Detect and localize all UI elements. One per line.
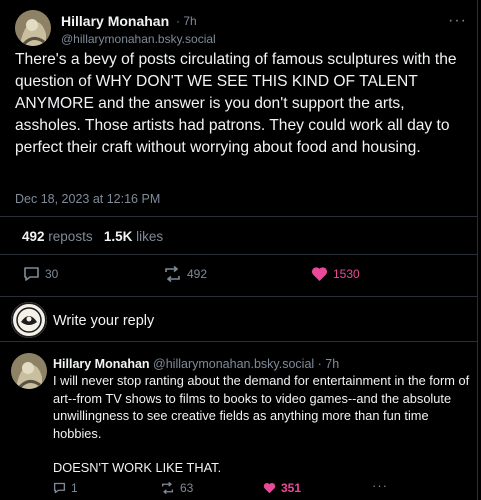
repost-icon: [161, 482, 174, 494]
post-thread: Hillary Monahan · 7h @hillarymonahan.bsk…: [0, 0, 478, 500]
reply-handle-time[interactable]: @hillarymonahan.bsky.social · 7h: [153, 357, 339, 371]
post-time-ago: · 7h: [176, 14, 197, 28]
heart-filled-icon: [311, 267, 328, 281]
seal-logo-icon: [11, 302, 47, 338]
heart-filled-icon: [263, 482, 276, 494]
post-timestamp: Dec 18, 2023 at 12:16 PM: [15, 192, 161, 206]
like-button[interactable]: 1530: [311, 266, 360, 282]
reply-text: I will never stop ranting about the dema…: [53, 372, 473, 477]
reply-repost-button[interactable]: 63: [160, 481, 193, 495]
reply-author-avatar[interactable]: [11, 353, 47, 389]
reply-like-button[interactable]: 351: [263, 481, 301, 495]
reply-reply-count: 1: [71, 481, 78, 495]
reply-author-name[interactable]: Hillary Monahan: [53, 357, 150, 371]
reply-icon: [53, 482, 66, 494]
repost-icon: [165, 266, 180, 282]
portrait-image: [11, 353, 47, 389]
divider: [0, 296, 477, 297]
portrait-image: [15, 10, 51, 46]
author-name[interactable]: Hillary Monahan: [61, 13, 169, 29]
repost-button[interactable]: 492: [163, 266, 207, 282]
divider: [0, 341, 477, 342]
more-options-icon[interactable]: ···: [448, 12, 467, 30]
reply-header: Hillary Monahan @hillarymonahan.bsky.soc…: [53, 357, 339, 371]
reply-count: 30: [45, 267, 59, 281]
divider: [0, 254, 477, 255]
likes-count[interactable]: 1.5K: [104, 229, 133, 244]
reposts-count[interactable]: 492: [22, 229, 45, 244]
post-text: There's a bevy of posts circulating of f…: [15, 51, 457, 156]
post-stats: 492 reposts 1.5K likes: [22, 229, 163, 244]
reply-repost-count: 63: [180, 481, 194, 495]
divider: [0, 216, 477, 217]
user-avatar: [11, 302, 47, 338]
author-avatar[interactable]: [15, 10, 51, 46]
like-count: 1530: [333, 267, 360, 281]
reply-icon: [24, 267, 39, 281]
likes-label[interactable]: likes: [136, 229, 163, 244]
reply-input[interactable]: Write your reply: [53, 313, 154, 329]
reply-text-paragraph: DOESN'T WORK LIKE THAT.: [53, 460, 222, 475]
author-handle[interactable]: @hillarymonahan.bsky.social: [61, 32, 216, 46]
reply-like-count: 351: [281, 481, 302, 495]
reposts-label[interactable]: reposts: [48, 229, 92, 244]
repost-count: 492: [187, 267, 208, 281]
reply-text-paragraph: I will never stop ranting about the dema…: [53, 373, 470, 441]
reply-reply-button[interactable]: 1: [53, 481, 78, 495]
reply-more-options-icon[interactable]: ···: [372, 478, 388, 493]
reply-button[interactable]: 30: [23, 266, 58, 282]
